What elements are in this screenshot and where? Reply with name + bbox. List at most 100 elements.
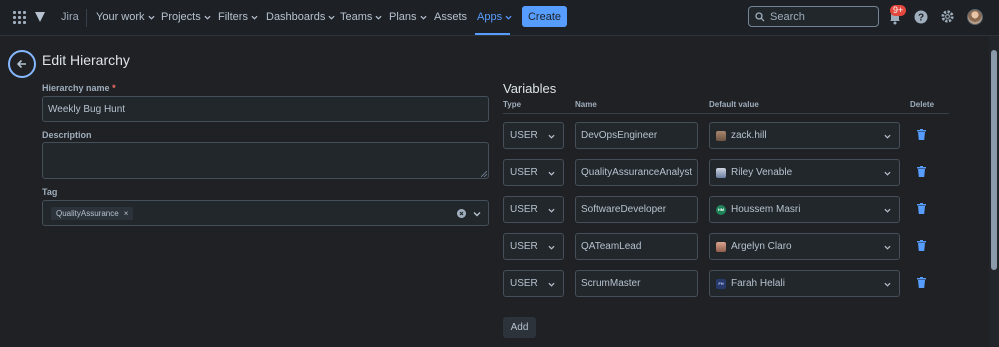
trash-icon[interactable] bbox=[917, 166, 926, 177]
profile-avatar[interactable] bbox=[967, 9, 983, 25]
settings-gear-icon[interactable] bbox=[940, 9, 955, 24]
default-value-select[interactable]: zack.hill bbox=[709, 122, 900, 149]
chevron-down-icon bbox=[884, 171, 891, 176]
nav-assets[interactable]: Assets bbox=[434, 11, 467, 23]
column-header-default: Default value bbox=[709, 100, 759, 109]
chevron-down-icon bbox=[548, 245, 555, 250]
variable-name-input[interactable] bbox=[575, 196, 698, 223]
top-navigation: Jira Your work Projects Filters Dashboar… bbox=[0, 0, 999, 36]
default-value-select[interactable]: HM Houssem Masri bbox=[709, 196, 900, 223]
nav-label: Dashboards bbox=[266, 11, 326, 23]
variables-heading: Variables bbox=[503, 81, 557, 96]
type-value: USER bbox=[510, 204, 538, 215]
nav-apps[interactable]: Apps bbox=[477, 11, 512, 23]
svg-text:?: ? bbox=[918, 13, 924, 24]
variable-name-input[interactable] bbox=[575, 122, 698, 149]
create-button[interactable]: Create bbox=[522, 6, 567, 27]
tag-label: Tag bbox=[42, 187, 58, 197]
column-header-delete: Delete bbox=[910, 100, 935, 109]
default-user-name: Argelyn Claro bbox=[731, 241, 792, 252]
chevron-down-icon[interactable] bbox=[473, 210, 481, 218]
nav-dashboards[interactable]: Dashboards bbox=[266, 11, 335, 23]
scrollbar-thumb[interactable] bbox=[991, 50, 997, 270]
required-marker: * bbox=[112, 83, 116, 93]
default-value-select[interactable]: FH Farah Helali bbox=[709, 270, 900, 297]
help-icon[interactable]: ? bbox=[914, 10, 928, 24]
default-user-name: Farah Helali bbox=[731, 278, 785, 289]
chevron-down-icon bbox=[884, 208, 891, 213]
variable-name-input[interactable] bbox=[575, 159, 698, 186]
description-textarea[interactable] bbox=[42, 142, 489, 179]
default-value-select[interactable]: Riley Venable bbox=[709, 159, 900, 186]
user-avatar bbox=[716, 241, 726, 252]
hierarchy-name-input[interactable] bbox=[42, 96, 489, 122]
nav-plans[interactable]: Plans bbox=[389, 11, 427, 23]
tag-select[interactable]: QualityAssurance × bbox=[42, 200, 489, 226]
variable-row: USER FH Farah Helali bbox=[503, 270, 949, 297]
search-field[interactable] bbox=[748, 6, 879, 27]
trash-icon[interactable] bbox=[917, 203, 926, 214]
variable-row: USER HM Houssem Masri bbox=[503, 196, 949, 223]
chevron-down-icon bbox=[548, 282, 555, 287]
resize-handle-icon[interactable] bbox=[481, 171, 487, 177]
chevron-down-icon bbox=[251, 15, 258, 20]
variable-name-input[interactable] bbox=[575, 270, 698, 297]
default-user-name: Houssem Masri bbox=[731, 204, 801, 215]
nav-projects[interactable]: Projects bbox=[161, 11, 211, 23]
user-avatar: FH bbox=[716, 278, 726, 289]
type-value: USER bbox=[510, 130, 538, 141]
chevron-down-icon bbox=[548, 171, 555, 176]
chevron-down-icon bbox=[204, 15, 211, 20]
chevron-down-icon bbox=[328, 15, 335, 20]
user-avatar bbox=[716, 130, 726, 141]
arrow-left-icon bbox=[16, 59, 26, 69]
chevron-down-icon bbox=[147, 15, 155, 20]
type-select[interactable]: USER bbox=[503, 233, 564, 260]
remove-tag-icon[interactable]: × bbox=[124, 209, 129, 218]
header-divider bbox=[503, 113, 949, 114]
nav-label: Teams bbox=[340, 11, 373, 23]
default-value-select[interactable]: Argelyn Claro bbox=[709, 233, 900, 260]
type-select[interactable]: USER bbox=[503, 270, 564, 297]
type-value: USER bbox=[510, 278, 538, 289]
chevron-down-icon bbox=[884, 282, 891, 287]
default-user-name: zack.hill bbox=[731, 130, 767, 141]
trash-icon[interactable] bbox=[917, 129, 926, 140]
variable-name-input[interactable] bbox=[575, 233, 698, 260]
label-text: Hierarchy name bbox=[42, 83, 110, 93]
chevron-down-icon bbox=[548, 134, 555, 139]
column-header-type: Type bbox=[503, 100, 522, 109]
variable-row: USER zack.hill bbox=[503, 122, 949, 149]
nav-label: Assets bbox=[434, 11, 468, 23]
trash-icon[interactable] bbox=[917, 240, 926, 251]
type-select[interactable]: USER bbox=[503, 196, 564, 223]
type-select[interactable]: USER bbox=[503, 122, 564, 149]
nav-label: Plans bbox=[389, 11, 417, 23]
search-input[interactable] bbox=[770, 10, 870, 23]
user-avatar bbox=[716, 167, 726, 178]
notification-count-badge: 9+ bbox=[890, 5, 907, 16]
description-label: Description bbox=[42, 130, 92, 140]
type-select[interactable]: USER bbox=[503, 159, 564, 186]
nav-your-work[interactable]: Your work bbox=[96, 11, 155, 23]
nav-divider bbox=[86, 9, 87, 27]
nav-teams[interactable]: Teams bbox=[340, 11, 382, 23]
nav-label: Apps bbox=[477, 11, 503, 23]
column-header-name: Name bbox=[575, 100, 597, 109]
page-title: Edit Hierarchy bbox=[42, 52, 130, 68]
chevron-down-icon bbox=[419, 15, 427, 20]
nav-label: Projects bbox=[161, 11, 201, 23]
nav-filters[interactable]: Filters bbox=[218, 11, 258, 23]
jira-logo-icon[interactable] bbox=[34, 11, 46, 23]
trash-icon[interactable] bbox=[917, 277, 926, 288]
back-button[interactable] bbox=[8, 50, 36, 78]
app-switcher-icon[interactable] bbox=[13, 11, 26, 24]
nav-label: Your work bbox=[96, 11, 145, 23]
tag-chip-label: QualityAssurance bbox=[56, 209, 119, 218]
chevron-down-icon bbox=[884, 134, 891, 139]
clear-icon[interactable] bbox=[457, 209, 466, 218]
add-variable-button[interactable]: Add bbox=[503, 317, 536, 338]
chevron-down-icon bbox=[505, 15, 512, 20]
search-icon bbox=[755, 11, 765, 21]
brand-name[interactable]: Jira bbox=[61, 11, 79, 23]
